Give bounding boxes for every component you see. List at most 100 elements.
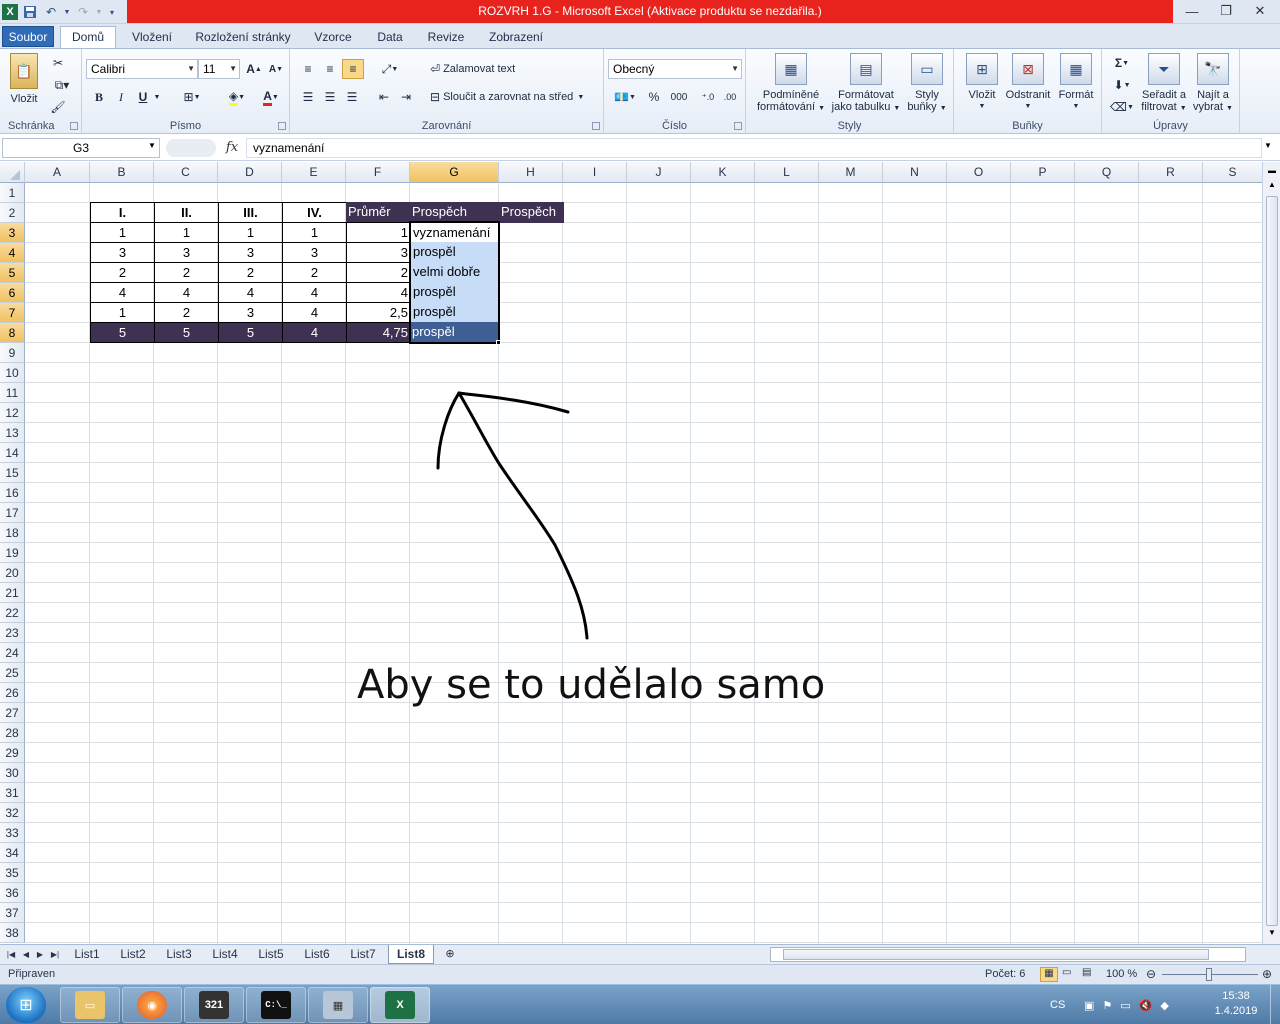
row-header-9[interactable]: 9 xyxy=(0,343,25,363)
normal-view-icon[interactable]: ▦ xyxy=(1040,967,1058,982)
row-header-15[interactable]: 15 xyxy=(0,463,25,483)
redo-dropdown-icon[interactable]: ▼ xyxy=(95,3,103,21)
volume-muted-icon[interactable]: 🔇 xyxy=(1139,999,1153,1012)
sort-filter-button[interactable]: ⏷ Seřadit a filtrovat ▼ xyxy=(1138,53,1190,115)
undo-icon[interactable]: ↶ xyxy=(42,3,60,21)
taskbar-firefox[interactable]: ◉ xyxy=(122,987,182,1023)
row-header-20[interactable]: 20 xyxy=(0,563,25,583)
row-header-21[interactable]: 21 xyxy=(0,583,25,603)
tab-insert[interactable]: Vložení xyxy=(124,27,180,48)
scroll-up-icon[interactable]: ▲ xyxy=(1265,180,1279,194)
column-header-s[interactable]: S xyxy=(1203,162,1262,183)
column-header-c[interactable]: C xyxy=(154,162,218,183)
last-sheet-icon[interactable]: ▶| xyxy=(48,945,62,964)
network-warning-icon[interactable]: ⚑ xyxy=(1102,999,1112,1012)
customize-toolbar-icon[interactable]: ▾ xyxy=(106,3,118,21)
shrink-font-icon[interactable]: A ▼ xyxy=(266,59,286,79)
cell-styles-button[interactable]: ▭ Styly buňky ▼ xyxy=(904,53,950,115)
column-header-f[interactable]: F xyxy=(346,162,410,183)
excel-icon[interactable]: X xyxy=(2,4,18,20)
scroll-down-icon[interactable]: ▼ xyxy=(1265,928,1279,942)
align-top-icon[interactable]: ≡ xyxy=(298,59,318,79)
bold-button[interactable]: B xyxy=(90,87,108,107)
row-header-10[interactable]: 10 xyxy=(0,363,25,383)
monitor-icon[interactable]: ▭ xyxy=(1120,999,1130,1012)
table-cell-c[interactable]: 4 xyxy=(154,282,219,303)
expand-formula-bar-icon[interactable]: ▼ xyxy=(1264,141,1272,150)
formula-input[interactable]: vyznamenání xyxy=(246,138,1262,158)
horizontal-scroll-thumb[interactable] xyxy=(783,949,1209,960)
format-as-table-button[interactable]: ▤ Formátovat jako tabulku ▼ xyxy=(828,53,904,115)
insert-function-icon[interactable]: fx xyxy=(220,138,244,158)
column-header-n[interactable]: N xyxy=(883,162,947,183)
row-header-28[interactable]: 28 xyxy=(0,723,25,743)
split-icon[interactable]: ▬ xyxy=(1265,164,1279,178)
table-cell-b[interactable]: 4 xyxy=(90,282,155,303)
taskbar-explorer[interactable]: ▭ xyxy=(60,987,120,1023)
column-header-q[interactable]: Q xyxy=(1075,162,1139,183)
column-header-j[interactable]: J xyxy=(627,162,691,183)
office-upload-icon[interactable]: ▣ xyxy=(1084,999,1094,1012)
row-header-6[interactable]: 6 xyxy=(0,283,25,303)
sheet-tab-list8[interactable]: List8 xyxy=(388,945,434,964)
table-cell-d[interactable]: 3 xyxy=(218,302,283,323)
page-break-view-icon[interactable]: ▤ xyxy=(1082,967,1098,978)
row-header-37[interactable]: 37 xyxy=(0,903,25,923)
row-header-22[interactable]: 22 xyxy=(0,603,25,623)
row-header-24[interactable]: 24 xyxy=(0,643,25,663)
row-header-34[interactable]: 34 xyxy=(0,843,25,863)
table-cell-b[interactable]: 2 xyxy=(90,262,155,283)
thousands-button[interactable]: 000 xyxy=(666,87,692,107)
save-icon[interactable] xyxy=(21,3,39,21)
row-header-4[interactable]: 4 xyxy=(0,243,25,263)
column-header-k[interactable]: K xyxy=(691,162,755,183)
row-header-19[interactable]: 19 xyxy=(0,543,25,563)
table-cell-c[interactable]: 2 xyxy=(154,302,219,323)
sheet-tab-list6[interactable]: List6 xyxy=(296,945,338,964)
table-cell-g[interactable]: velmi dobře xyxy=(410,262,500,283)
tab-data[interactable]: Data xyxy=(368,27,412,48)
clear-icon[interactable]: ⌫ ▼ xyxy=(1108,97,1136,117)
sheet-tab-list2[interactable]: List2 xyxy=(112,945,154,964)
table-cell-e[interactable]: 4 xyxy=(282,302,347,323)
find-select-button[interactable]: 🔭 Najít a vybrat ▼ xyxy=(1190,53,1236,115)
row-header-36[interactable]: 36 xyxy=(0,883,25,903)
align-bottom-icon[interactable]: ≡ xyxy=(342,59,364,79)
table-header-cell[interactable]: Prospěch xyxy=(499,202,564,223)
table-header-cell[interactable]: I. xyxy=(90,202,155,223)
currency-icon[interactable]: 💶 ▼ xyxy=(610,87,640,107)
table-cell-g[interactable]: prospěl xyxy=(410,242,500,263)
table-cell-e[interactable]: 2 xyxy=(282,262,347,283)
clipboard-launcher-icon[interactable] xyxy=(70,122,78,130)
table-cell-b[interactable]: 1 xyxy=(90,302,155,323)
zoom-out-icon[interactable]: ⊖ xyxy=(1146,967,1156,981)
percent-button[interactable]: % xyxy=(644,87,664,107)
column-header-b[interactable]: B xyxy=(90,162,154,183)
table-header-cell[interactable]: IV. xyxy=(282,202,347,223)
taskbar-calculator[interactable]: ▦ xyxy=(308,987,368,1023)
decrease-decimal-icon[interactable]: .00 xyxy=(720,87,740,107)
insert-sheet-icon[interactable]: ⊕ xyxy=(440,945,460,964)
table-header-cell[interactable]: III. xyxy=(218,202,283,223)
taskbar-excel[interactable]: X xyxy=(370,987,430,1023)
insert-cells-button[interactable]: ⊞ Vložit ▼ xyxy=(960,53,1004,113)
table-cell-g[interactable]: prospěl xyxy=(410,322,500,343)
table-cell-f[interactable]: 3 xyxy=(346,242,411,263)
table-cell-b[interactable]: 3 xyxy=(90,242,155,263)
font-name-select[interactable]: Calibri ▼ xyxy=(86,59,198,79)
decrease-indent-icon[interactable]: ⇤ xyxy=(374,87,394,107)
select-all-button[interactable] xyxy=(0,162,25,183)
delete-cells-button[interactable]: ⊠ Odstranit ▼ xyxy=(1002,53,1054,113)
row-header-31[interactable]: 31 xyxy=(0,783,25,803)
table-cell-e[interactable]: 4 xyxy=(282,322,347,343)
tab-review[interactable]: Revize xyxy=(420,27,472,48)
zoom-level[interactable]: 100 % xyxy=(1106,968,1137,980)
table-cell-f[interactable]: 4,75 xyxy=(346,322,411,343)
number-format-select[interactable]: Obecný ▼ xyxy=(608,59,742,79)
column-header-e[interactable]: E xyxy=(282,162,346,183)
row-header-14[interactable]: 14 xyxy=(0,443,25,463)
row-header-16[interactable]: 16 xyxy=(0,483,25,503)
tab-file[interactable]: Soubor xyxy=(2,26,54,47)
column-header-g[interactable]: G xyxy=(410,162,499,183)
taskbar-cmd[interactable]: C:\_ xyxy=(246,987,306,1023)
